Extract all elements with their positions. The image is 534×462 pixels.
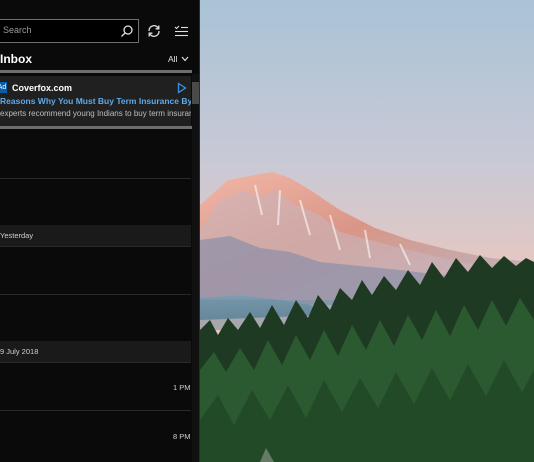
- message-time: 1 PM: [173, 383, 191, 392]
- ad-choices-icon[interactable]: [177, 82, 187, 94]
- ad-top-border: [0, 70, 192, 73]
- sync-icon[interactable]: [146, 23, 162, 39]
- ad-badge: Ad: [0, 82, 7, 93]
- search-placeholder: Search: [3, 25, 32, 35]
- message-time: 8 PM: [173, 432, 191, 441]
- ad-subject: Reasons Why You Must Buy Term Insurance …: [0, 96, 191, 106]
- ad-message-card[interactable]: Ad Coverfox.com Reasons Why You Must Buy…: [0, 76, 191, 126]
- message-divider: [0, 246, 191, 247]
- ad-sender: Coverfox.com: [12, 83, 73, 93]
- message-divider: [0, 410, 191, 411]
- filter-dropdown[interactable]: All: [168, 54, 189, 64]
- scrollbar[interactable]: [192, 74, 199, 462]
- folder-title: Inbox: [0, 52, 32, 66]
- message-divider: [0, 294, 191, 295]
- group-header-yesterday: Yesterday: [0, 225, 191, 246]
- desktop-wallpaper: [200, 0, 534, 462]
- filter-label: All: [168, 54, 178, 64]
- search-input[interactable]: Search: [0, 19, 139, 43]
- mountain-landscape-image: [200, 0, 534, 462]
- group-header-date: 9 July 2018: [0, 341, 191, 362]
- ad-bottom-border: [0, 126, 192, 129]
- chevron-down-icon: [182, 56, 189, 62]
- mail-list-pane: Search Inbox All Ad Coverfox.com Reasons…: [0, 0, 199, 462]
- search-icon[interactable]: [120, 24, 134, 38]
- scrollbar-thumb[interactable]: [192, 82, 199, 104]
- message-divider: [0, 362, 191, 363]
- ad-preview: experts recommend young Indians to buy t…: [0, 109, 191, 118]
- message-divider: [0, 178, 191, 179]
- select-mode-icon[interactable]: [173, 23, 189, 39]
